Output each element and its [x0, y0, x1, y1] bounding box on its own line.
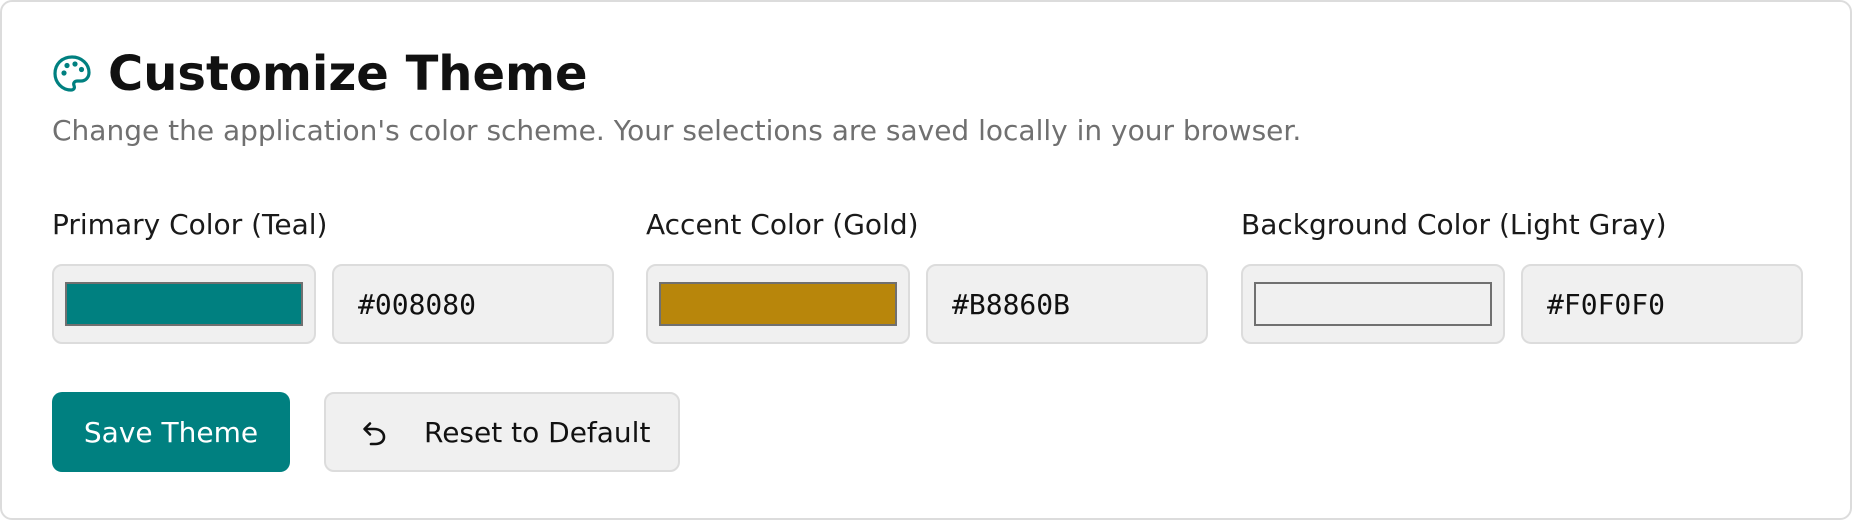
background-color-label: Background Color (Light Gray): [1241, 208, 1667, 241]
accent-color-group: Accent Color (Gold) #B8860B: [646, 208, 1208, 344]
background-color-picker[interactable]: [1241, 264, 1505, 344]
accent-color-swatch: [659, 282, 897, 326]
accent-color-controls: #B8860B: [646, 264, 1208, 344]
primary-color-controls: #008080: [52, 264, 614, 344]
accent-color-picker[interactable]: [646, 264, 910, 344]
background-color-group: Background Color (Light Gray) #F0F0F0: [1241, 208, 1803, 344]
primary-color-picker[interactable]: [52, 264, 316, 344]
primary-color-label: Primary Color (Teal): [52, 208, 328, 241]
primary-color-swatch: [65, 282, 303, 326]
accent-color-hex-input[interactable]: #B8860B: [926, 264, 1208, 344]
palette-icon: [52, 54, 92, 94]
page-title: Customize Theme: [108, 46, 588, 102]
background-color-controls: #F0F0F0: [1241, 264, 1803, 344]
theme-card: Customize Theme Change the application's…: [0, 0, 1852, 520]
primary-color-hex-input[interactable]: #008080: [332, 264, 614, 344]
background-color-swatch: [1254, 282, 1492, 326]
reset-default-button[interactable]: Reset to Default: [324, 392, 680, 472]
background-color-hex-input[interactable]: #F0F0F0: [1521, 264, 1803, 344]
action-buttons: Save Theme Reset to Default: [52, 392, 680, 472]
header: Customize Theme: [52, 48, 588, 100]
page-subtitle: Change the application's color scheme. Y…: [52, 114, 1302, 147]
primary-color-group: Primary Color (Teal) #008080: [52, 208, 614, 344]
reset-default-label: Reset to Default: [424, 415, 651, 449]
save-theme-button[interactable]: Save Theme: [52, 392, 290, 472]
undo-icon: [358, 416, 390, 448]
accent-color-label: Accent Color (Gold): [646, 208, 919, 241]
save-theme-label: Save Theme: [83, 415, 259, 449]
